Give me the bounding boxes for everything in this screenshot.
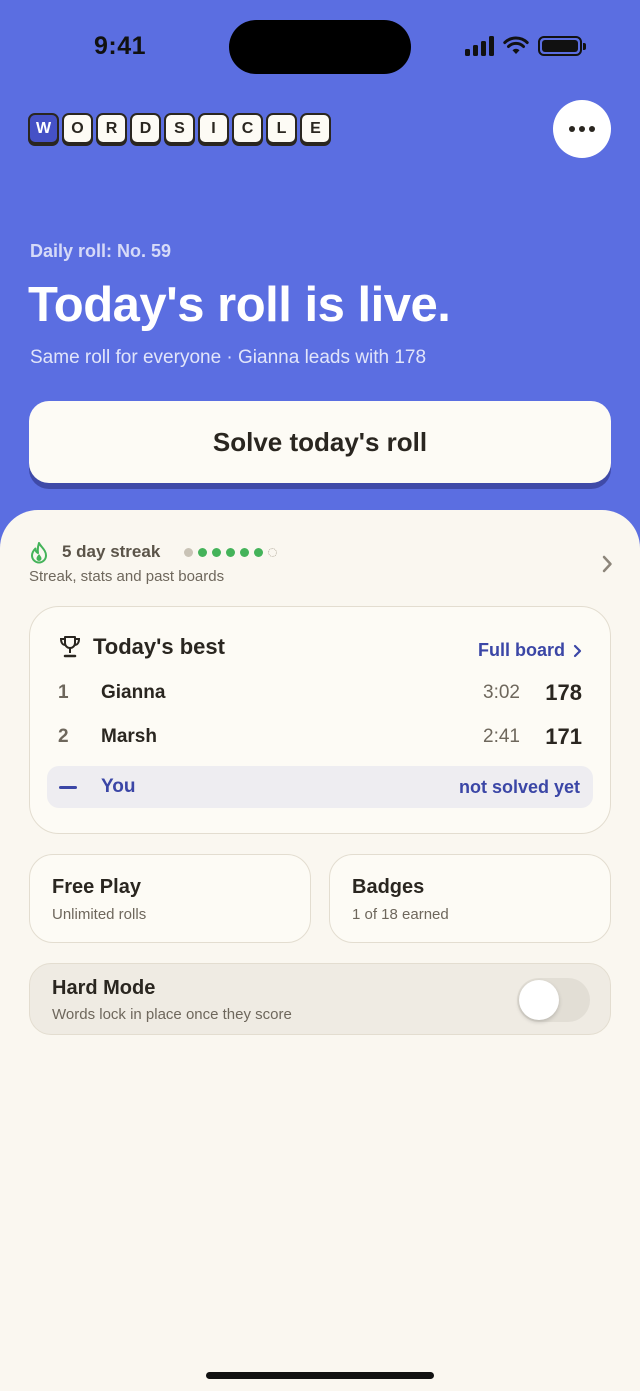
trophy-icon <box>59 636 81 658</box>
badges-card[interactable]: Badges 1 of 18 earned <box>329 854 611 943</box>
leaderboard-time: 3:02 <box>483 682 520 703</box>
badges-subtitle: 1 of 18 earned <box>352 906 449 923</box>
chevron-right-icon <box>573 644 582 657</box>
you-status: not solved yet <box>458 777 580 797</box>
todays-best-card: Today's best Full board 1 Gianna 3:02 17… <box>29 606 611 834</box>
logo-tile: W <box>28 113 59 144</box>
wordsicle-logo: W O R D S I C L E <box>28 113 331 144</box>
hard-mode-subtitle: Words lock in place once they score <box>52 1006 292 1023</box>
leaderboard-row: 2 Marsh 2:41 171 <box>58 722 582 752</box>
streak-dot <box>240 548 249 557</box>
streak-dot <box>184 548 193 557</box>
hard-mode-card: Hard Mode Words lock in place once they … <box>29 963 611 1035</box>
logo-tile: R <box>96 113 127 144</box>
hard-mode-title: Hard Mode <box>52 977 156 999</box>
streak-dot-today <box>268 548 277 557</box>
leaderboard-you-row: You not solved yet <box>47 766 593 808</box>
status-time: 9:41 <box>94 32 147 60</box>
full-board-label: Full board <box>478 640 565 660</box>
streak-dots <box>184 548 277 557</box>
leaderboard-row: 1 Gianna 3:02 178 <box>58 678 582 708</box>
home-indicator[interactable] <box>206 1372 434 1379</box>
toggle-knob <box>519 980 559 1020</box>
more-menu-button[interactable] <box>553 100 611 158</box>
status-icons <box>465 36 586 56</box>
hero-subtitle: Same roll for everyone · Gianna leads wi… <box>30 347 427 368</box>
logo-tile: O <box>62 113 93 144</box>
leaderboard-name: Gianna <box>101 682 166 703</box>
leaderboard-name: Marsh <box>101 726 157 747</box>
free-play-title: Free Play <box>52 876 141 898</box>
logo-tile: L <box>266 113 297 144</box>
streak-row[interactable]: 5 day streak Streak, stats and past boar… <box>29 540 614 590</box>
chevron-right-icon <box>602 555 612 573</box>
streak-subtitle: Streak, stats and past boards <box>29 568 225 585</box>
logo-tile: S <box>164 113 195 144</box>
logo-tile: I <box>198 113 229 144</box>
leaderboard-score: 171 <box>545 724 582 749</box>
logo-tile: E <box>300 113 331 144</box>
battery-icon <box>538 36 586 56</box>
leaderboard-score: 178 <box>545 680 582 705</box>
todays-best-title: Today's best <box>93 634 225 659</box>
solve-today-button[interactable]: Solve today's roll <box>29 401 611 483</box>
wifi-icon <box>503 36 529 54</box>
status-bar: 9:41 <box>0 0 640 95</box>
leaderboard-rank: 1 <box>58 682 69 703</box>
hard-mode-toggle[interactable] <box>517 978 590 1022</box>
streak-dot <box>226 548 235 557</box>
leaderboard-time: 2:41 <box>483 726 520 747</box>
dash-icon <box>59 786 77 789</box>
streak-label: 5 day streak <box>62 542 161 561</box>
flame-icon <box>31 542 47 564</box>
content-sheet: 5 day streak Streak, stats and past boar… <box>0 510 640 1391</box>
free-play-card[interactable]: Free Play Unlimited rolls <box>29 854 311 943</box>
full-board-link[interactable]: Full board <box>478 640 582 661</box>
badges-title: Badges <box>352 876 425 898</box>
streak-dot <box>254 548 263 557</box>
dynamic-island <box>229 20 411 74</box>
cellular-signal-icon <box>465 36 494 56</box>
free-play-subtitle: Unlimited rolls <box>52 906 147 923</box>
more-horizontal-icon <box>569 126 575 132</box>
streak-dot <box>212 548 221 557</box>
logo-tile: C <box>232 113 263 144</box>
page-title: Today's roll is live. <box>28 278 451 332</box>
logo-tile: D <box>130 113 161 144</box>
streak-dot <box>198 548 207 557</box>
you-label: You <box>101 776 136 797</box>
leaderboard-rank: 2 <box>58 726 69 747</box>
daily-roll-label: Daily roll: No. 59 <box>30 241 172 261</box>
